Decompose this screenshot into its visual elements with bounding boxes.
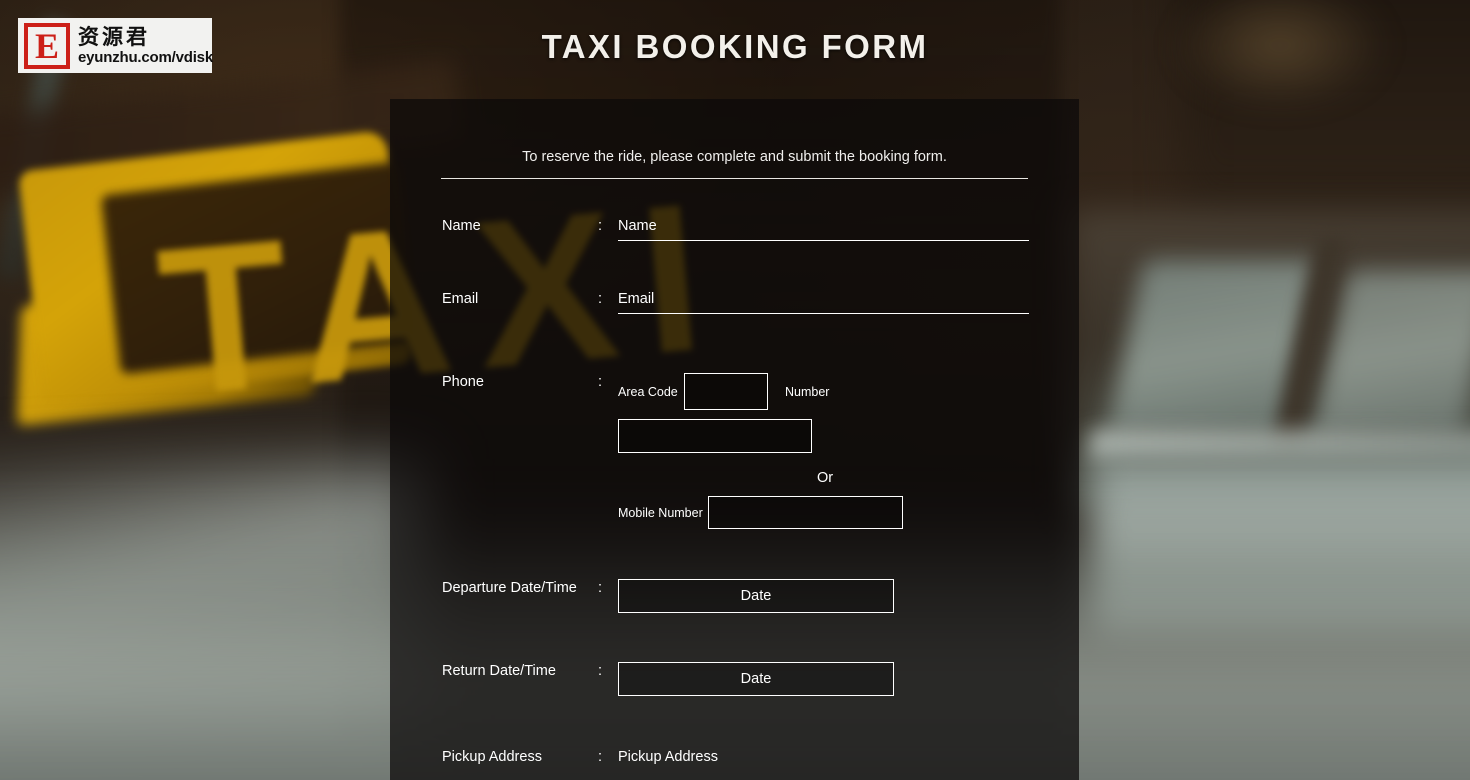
pickup-label: Pickup Address xyxy=(442,749,542,765)
email-field-wrap xyxy=(618,290,1059,314)
booking-form-panel: To reserve the ride, please complete and… xyxy=(390,99,1079,780)
watermark-brand-name: 资源君 xyxy=(78,25,150,49)
form-row-pickup: Pickup Address : Pickup Address xyxy=(442,748,1059,766)
or-separator-text: Or xyxy=(817,470,834,486)
departure-colon: : xyxy=(598,580,603,596)
watermark-logo: E 资源君 eyunzhu.com/vdisk xyxy=(18,18,213,73)
form-row-email: Email : xyxy=(442,290,1059,314)
return-field-wrap xyxy=(618,662,1059,696)
pickup-field-wrap: Pickup Address xyxy=(618,748,1059,766)
or-separator-wrap: Or xyxy=(618,470,1059,496)
departure-date-input[interactable] xyxy=(618,579,894,613)
mobile-number-label: Mobile Number xyxy=(618,505,703,520)
mobile-number-input[interactable] xyxy=(708,496,903,529)
form-row-name: Name : xyxy=(442,217,1059,241)
email-label: Email xyxy=(442,291,479,307)
pickup-colon: : xyxy=(598,749,603,765)
return-date-input[interactable] xyxy=(618,662,894,696)
phone-top-group: Area Code Number xyxy=(618,373,1059,410)
name-label: Name xyxy=(442,218,481,234)
name-input[interactable] xyxy=(618,218,1029,241)
phone-field-wrap: Area Code Number Or Mobile Number xyxy=(618,373,1059,529)
return-label: Return Date/Time xyxy=(442,663,556,679)
return-colon: : xyxy=(598,663,603,679)
watermark-text: 资源君 eyunzhu.com/vdisk xyxy=(78,25,213,66)
departure-label: Departure Date/Time xyxy=(442,580,577,596)
phone-number-input[interactable] xyxy=(618,419,812,453)
area-code-input[interactable] xyxy=(684,373,768,410)
email-input[interactable] xyxy=(618,291,1029,314)
watermark-e-icon: E xyxy=(24,22,70,69)
name-field-wrap xyxy=(618,217,1059,241)
page-title: TAXI BOOKING FORM xyxy=(541,28,929,65)
area-code-label: Area Code xyxy=(618,384,678,399)
phone-number-label: Number xyxy=(785,384,830,399)
watermark-url: eyunzhu.com/vdisk xyxy=(78,49,213,66)
email-colon: : xyxy=(598,291,603,307)
phone-colon: : xyxy=(598,374,603,390)
name-colon: : xyxy=(598,218,603,234)
departure-field-wrap xyxy=(618,579,1059,613)
form-row-phone: Phone : Area Code Number Or Mobile Numbe… xyxy=(442,373,1059,529)
phone-label: Phone xyxy=(442,374,484,390)
form-row-return: Return Date/Time : xyxy=(442,662,1059,696)
pickup-address-placeholder[interactable]: Pickup Address xyxy=(618,748,1059,766)
form-divider xyxy=(441,178,1028,179)
form-row-departure: Departure Date/Time : xyxy=(442,579,1059,613)
form-subtitle: To reserve the ride, please complete and… xyxy=(522,149,947,165)
mobile-number-group: Mobile Number xyxy=(618,496,1059,529)
